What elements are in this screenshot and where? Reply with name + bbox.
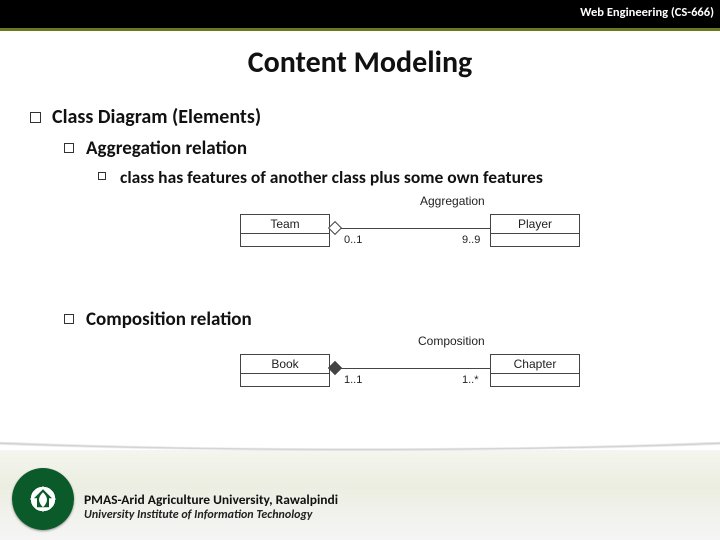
aggregation-diagram: Aggregation Team Player 0..1 9..9 (240, 200, 580, 270)
uml-class-team: Team (240, 214, 330, 247)
uml-class-chapter: Chapter (490, 354, 580, 387)
bullet-level1: Class Diagram (Elements) (30, 105, 700, 129)
bullet-l3a-text: class has features of another class plus… (120, 166, 543, 188)
composition-diamond-icon (328, 361, 342, 375)
mult-left: 1..1 (344, 374, 362, 386)
footer-text: PMAS-Arid Agriculture University, Rawalp… (84, 491, 338, 522)
footer-curve (0, 442, 720, 470)
mult-right: 1..* (462, 374, 479, 386)
uml-class-body (241, 374, 329, 386)
course-code-label: Web Engineering (CS-666) (580, 5, 714, 20)
bullet-square-icon (64, 314, 74, 324)
uml-class-player-name: Player (491, 215, 579, 234)
bullet-square-icon (98, 172, 106, 180)
bullet-level3-aggregation-desc: class has features of another class plus… (98, 166, 700, 188)
uml-class-body (241, 234, 329, 246)
relation-line (341, 228, 490, 229)
aggregation-diamond-icon (328, 221, 342, 235)
footer-line2: University Institute of Information Tech… (84, 508, 338, 522)
bullet-l1-text: Class Diagram (Elements) (52, 105, 261, 129)
footer-line1: PMAS-Arid Agriculture University, Rawalp… (84, 491, 338, 508)
relation-line (341, 368, 490, 369)
bullet-l2a-text: Aggregation relation (86, 137, 247, 160)
uml-class-team-name: Team (241, 215, 329, 234)
slide-title: Content Modeling (0, 44, 720, 81)
bullet-square-icon (64, 143, 74, 153)
bullet-square-icon (30, 112, 41, 123)
top-bar-accent (0, 28, 720, 31)
uml-class-chapter-name: Chapter (491, 355, 579, 374)
university-seal-icon (12, 468, 74, 530)
content-area: Class Diagram (Elements) Aggregation rel… (30, 95, 700, 331)
slide: Web Engineering (CS-666) Content Modelin… (0, 0, 720, 540)
mult-left: 0..1 (344, 234, 362, 246)
uml-class-book: Book (240, 354, 330, 387)
uml-class-body (491, 374, 579, 386)
composition-diagram: Composition Book Chapter 1..1 1..* (240, 340, 580, 410)
bullet-l2b-text: Composition relation (86, 308, 252, 331)
uml-class-body (491, 234, 579, 246)
mult-right: 9..9 (462, 234, 480, 246)
aggregation-label: Aggregation (420, 194, 485, 208)
bullet-level2-aggregation: Aggregation relation (64, 137, 700, 160)
uml-class-book-name: Book (241, 355, 329, 374)
bullet-level2-composition: Composition relation (64, 308, 700, 331)
composition-label: Composition (418, 334, 485, 348)
uml-class-player: Player (490, 214, 580, 247)
